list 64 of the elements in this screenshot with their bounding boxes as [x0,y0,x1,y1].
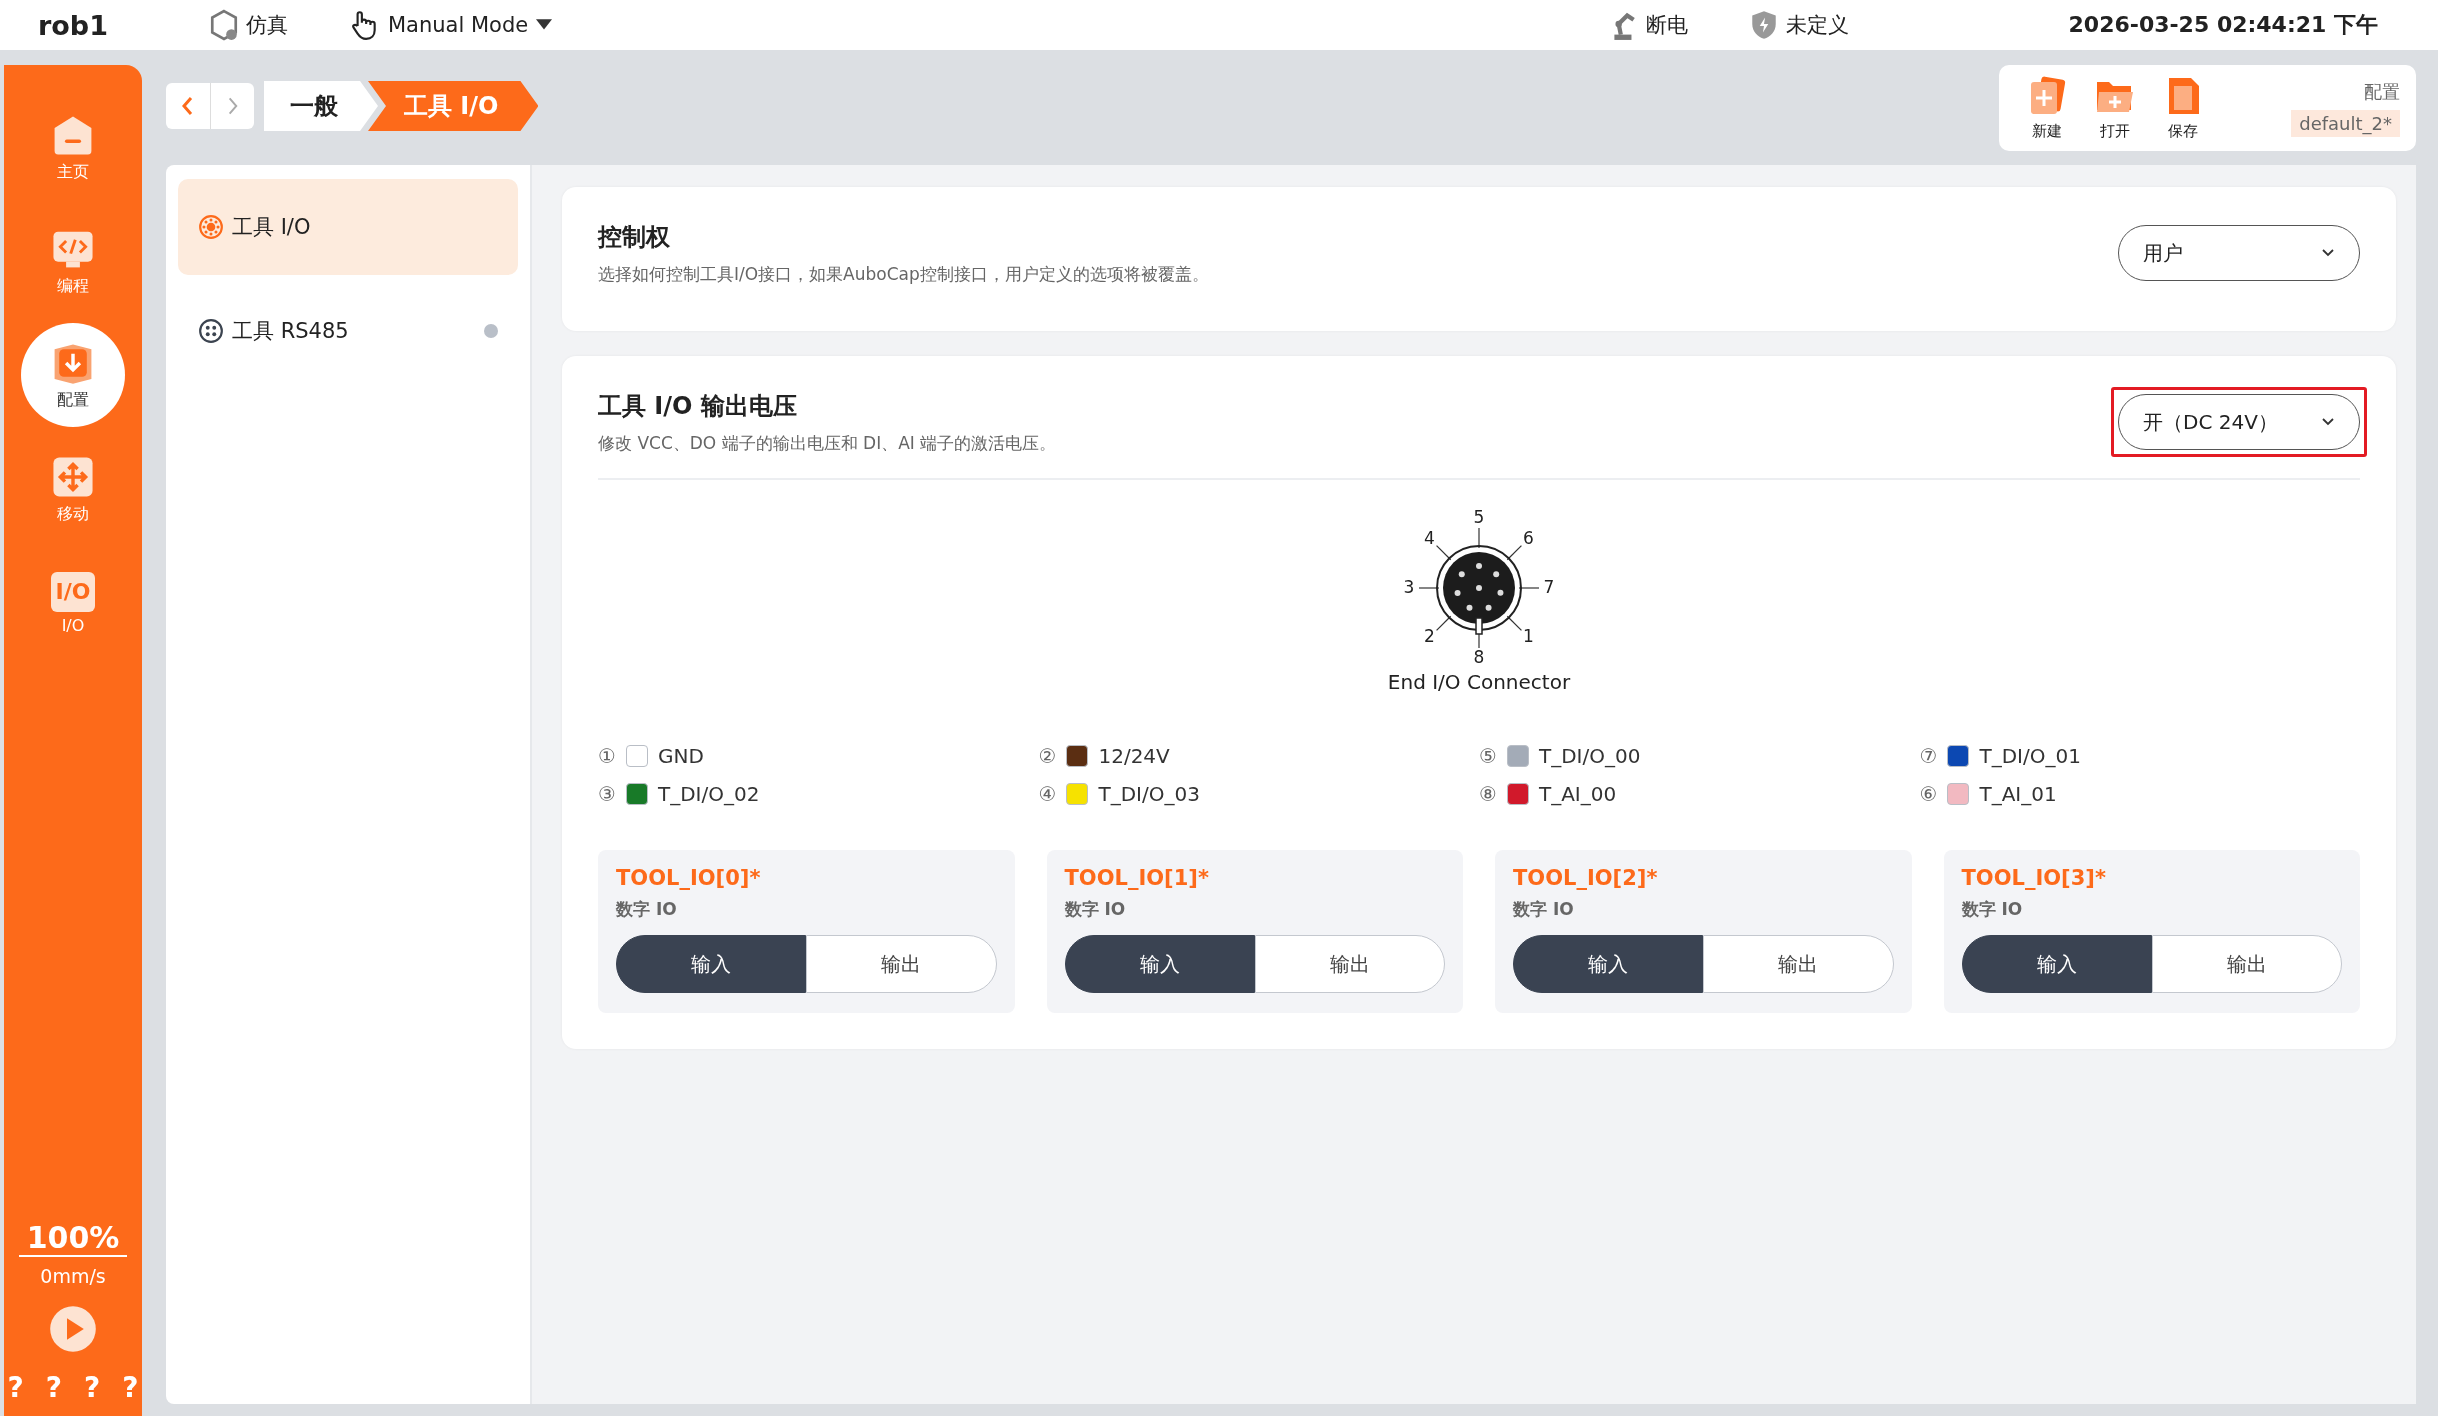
segment-option[interactable]: 输出 [2151,935,2342,993]
segment-option[interactable]: 输入 [1064,935,1255,993]
chevron-icon [2321,417,2335,427]
io-type: 数字 IO [1513,898,1575,921]
robot-name: rob1 [38,9,108,41]
toolbar-button[interactable]: 保存 [2163,75,2204,141]
segment-option[interactable]: 输入 [1513,935,1704,993]
pin-number: ⑧ [1479,782,1497,806]
pin-number: ② [1038,744,1057,768]
history-arrows[interactable] [166,83,254,129]
toolbar-button[interactable]: 新建 [2027,75,2068,141]
io-title: TOOL_IO[2]* [1513,866,1659,890]
section-title: 工具 I/O 输出电压 [598,390,798,422]
segment-option[interactable]: 输出 [1254,935,1445,993]
breadcrumb-item[interactable]: 一般 [264,81,378,131]
io-type: 数字 IO [1064,898,1127,921]
segment-option[interactable]: 输出 [1703,935,1894,993]
pin-number: ⑤ [1479,744,1497,768]
sidebar-item[interactable]: 工具 RS485 [178,283,518,379]
io-type: 数字 IO [616,898,678,921]
io-title: TOOL_IO[1]* [1064,866,1210,890]
config-label: 配置 [2364,79,2400,104]
nav-item[interactable]: 配置 [21,323,125,427]
mode-dropdown[interactable]: Manual Mode [348,9,553,41]
segment-option[interactable]: 输入 [616,935,807,993]
pin-label: 12/24V [1098,744,1170,768]
power-status: 断电 [1645,12,1688,39]
pin-number: ⑦ [1919,744,1938,768]
pin-label: T_AI_00 [1538,782,1617,806]
segment-option[interactable]: 输出 [806,935,997,993]
pin-label: GND [657,744,704,768]
simulation-label[interactable]: 仿真 [246,11,288,39]
section-description: 选择如何控制工具I/O接口，如果AuboCap控制接口，用户定义的选项将被覆盖。 [598,262,1209,286]
section-title: 控制权 [598,221,671,253]
chevron-icon [2321,248,2335,258]
connector-caption: End I/O Connector [1387,670,1571,694]
io-title: TOOL_IO[0]* [616,866,762,890]
caret-icon [536,19,553,31]
connector-diagram: 5 6 7 1 8 2 3 4 [1389,508,1569,668]
config-name: default_2* [2291,109,2400,137]
simulation-icon [208,9,240,41]
connector-icon [198,214,224,240]
dropdown[interactable]: 用户 [2118,225,2360,281]
safety-status: 未定义 [1785,12,1849,39]
play-icon[interactable] [49,1305,97,1353]
date-time: 2026-03-25 02:44:21 下午 [2068,11,2378,39]
pin-number: ③ [598,782,616,806]
pin-label: T_DI/O_02 [657,782,760,806]
pin-number: ④ [1038,782,1057,806]
pin-label: T_DI/O_00 [1538,744,1641,768]
io-type: 数字 IO [1961,898,2024,921]
speed-rate: 0mm/s [40,1265,106,1287]
io-title: TOOL_IO[3]* [1961,866,2107,890]
pin-number: ① [598,744,616,768]
section-description: 修改 VCC、DO 端子的输出电压和 DI、AI 端子的激活电压。 [598,431,1057,455]
pin-label: T_AI_01 [1979,782,2057,806]
pin-number: ⑥ [1919,782,1938,806]
pin-label: T_DI/O_01 [1979,744,2081,768]
port-icon [198,318,224,344]
dropdown[interactable]: 开（DC 24V） [2118,394,2360,450]
sidebar-item[interactable]: 工具 I/O [178,179,518,275]
pin-label: T_DI/O_03 [1098,782,1200,806]
segment-option[interactable]: 输入 [1961,935,2152,993]
toolbar-button[interactable]: 打开 [2095,75,2136,141]
